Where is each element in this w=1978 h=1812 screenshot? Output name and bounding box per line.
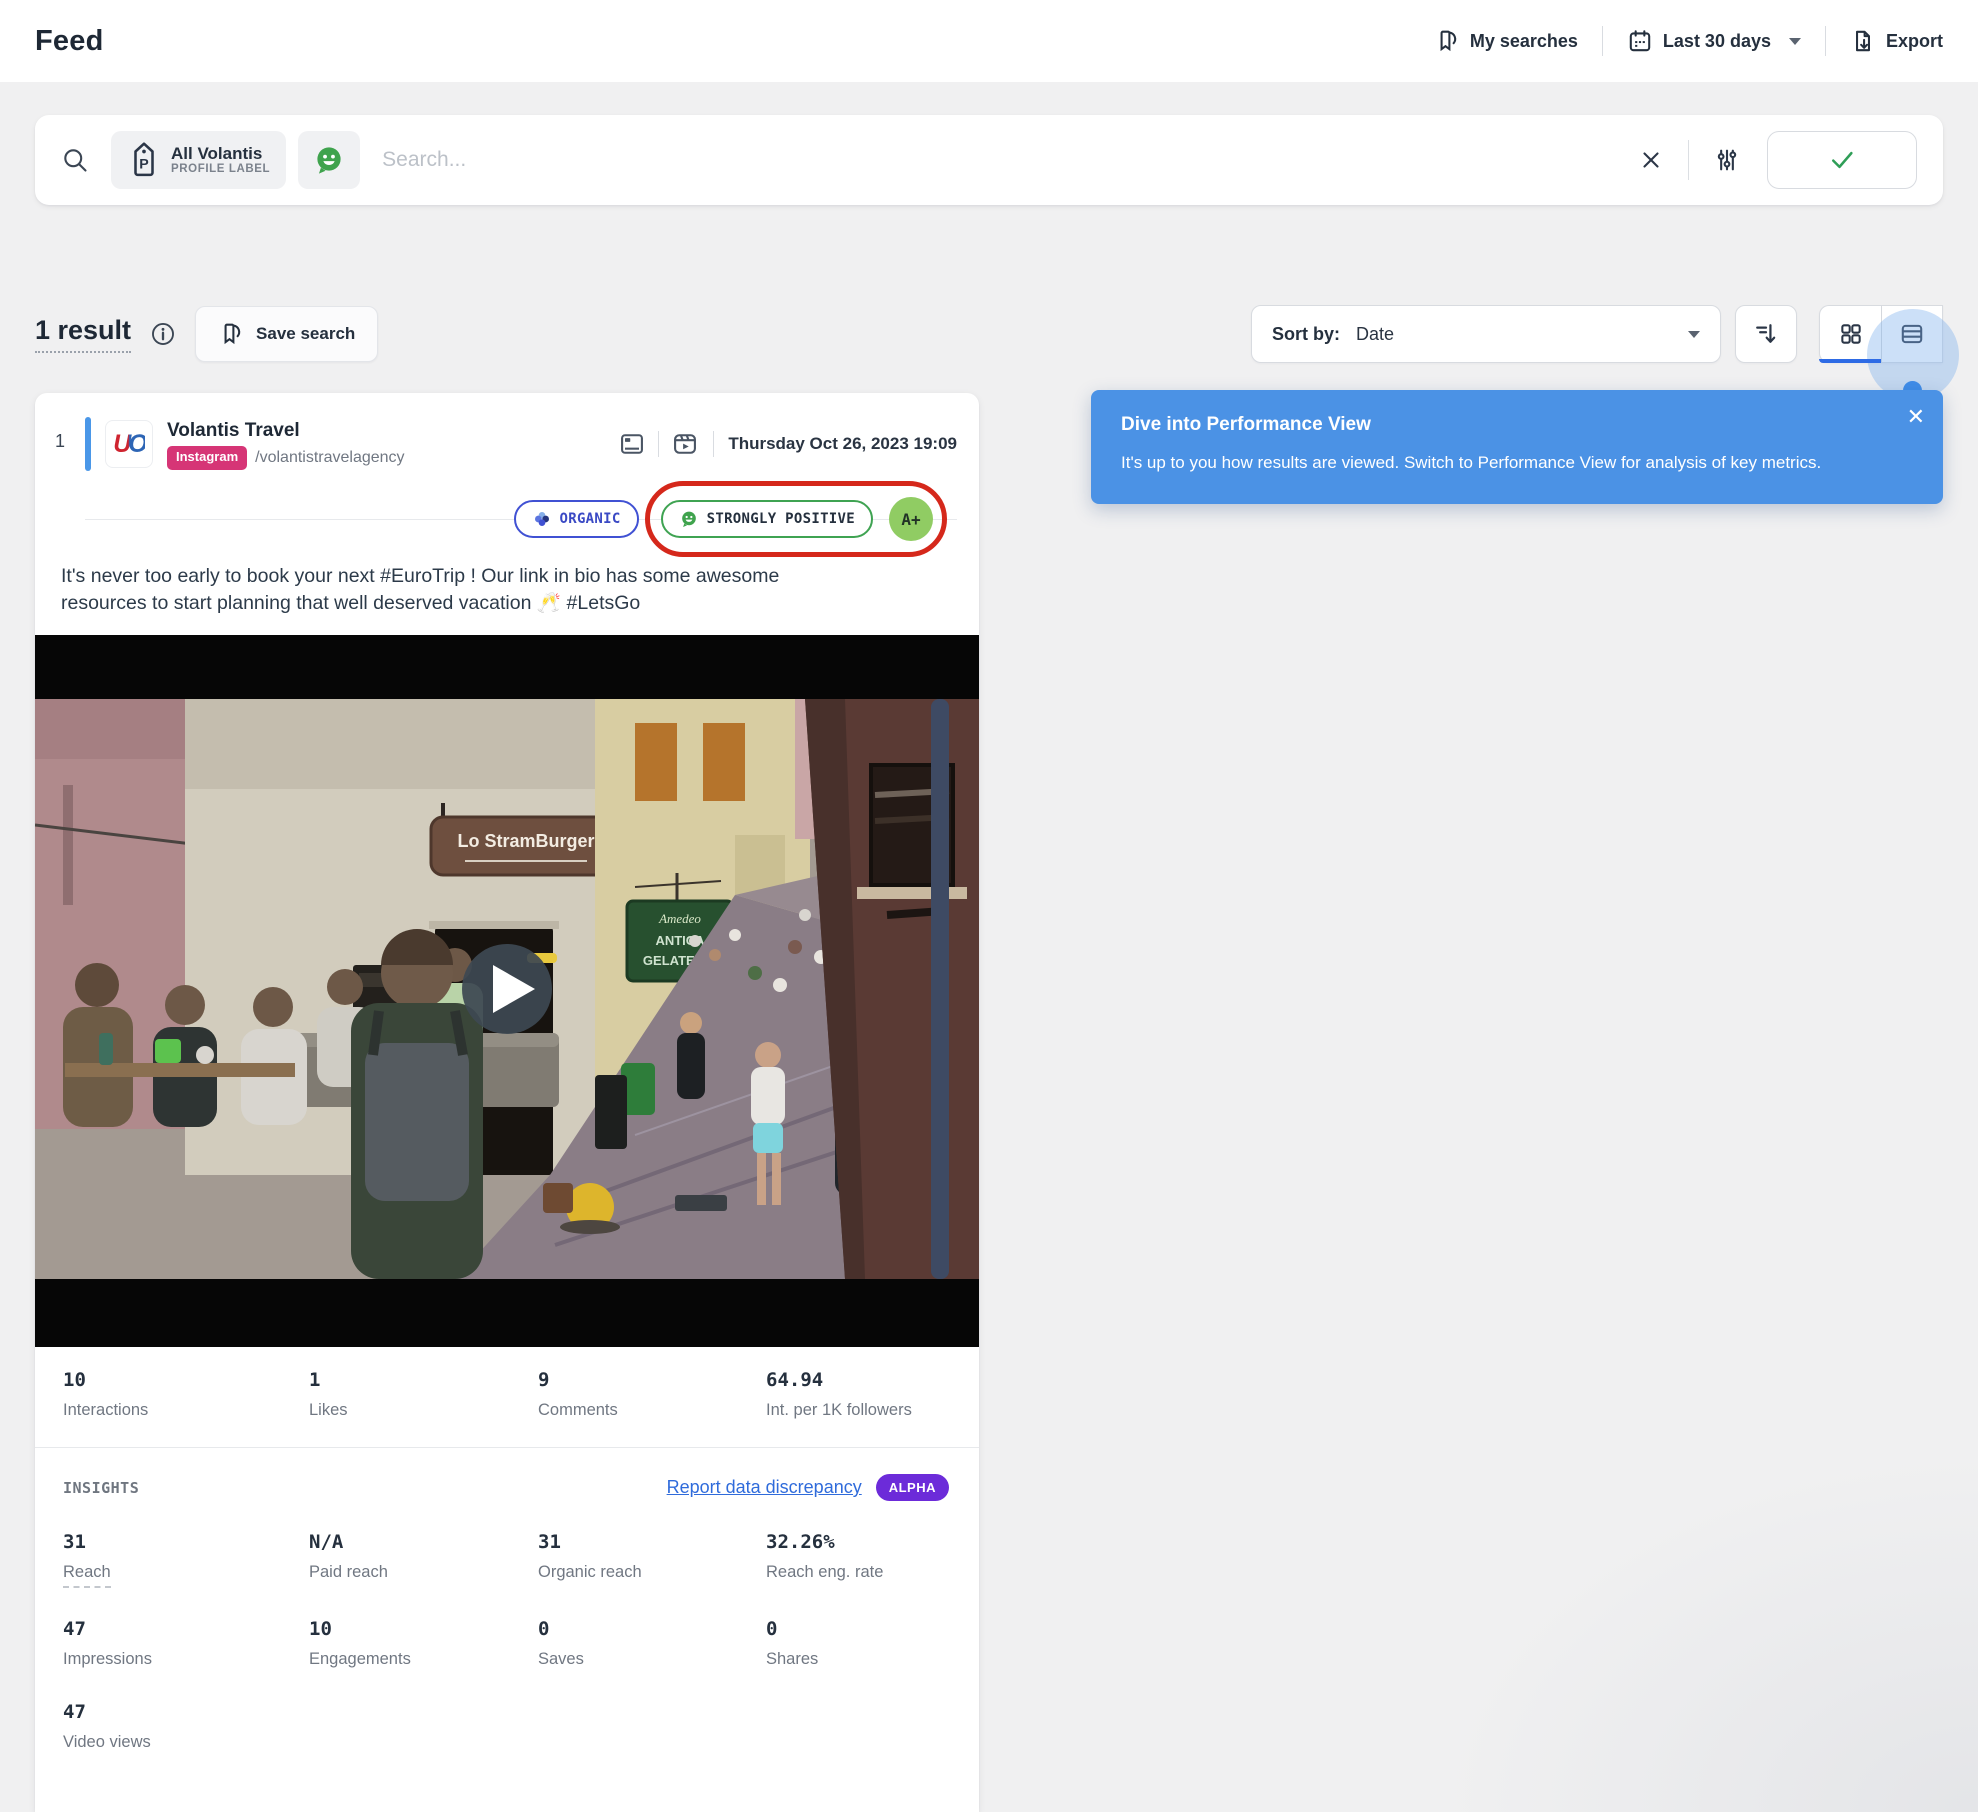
insights-title: INSIGHTS [63, 1479, 139, 1497]
report-discrepancy-link[interactable]: Report data discrepancy [667, 1477, 862, 1498]
search-bar: P All Volantis PROFILE LABEL [35, 115, 1943, 205]
metric-paid-reach: N/A Paid reach [309, 1531, 538, 1588]
top-header: Feed My searches Last 30 days [0, 0, 1978, 82]
header-divider [1602, 26, 1603, 56]
results-toolbar: 1 result Save search Sort by: Date [35, 305, 1943, 363]
sort-by-label: Sort by: [1272, 324, 1340, 345]
metric-organic-reach: 31 Organic reach [538, 1531, 766, 1588]
metric-shares: 0 Shares [766, 1618, 955, 1670]
metric-impressions: 47 Impressions [63, 1618, 309, 1670]
tooltip-title: Dive into Performance View [1121, 414, 1913, 436]
tooltip-body: It's up to you how results are viewed. S… [1121, 450, 1891, 476]
results-right: Sort by: Date [1251, 305, 1943, 363]
chevron-down-icon [1789, 38, 1801, 45]
insights-section: INSIGHTS Report data discrepancy ALPHA 3… [35, 1448, 979, 1753]
label-tag-icon: P [127, 140, 161, 180]
post-header: 1 UO Volantis Travel Instagram /volantis… [35, 393, 979, 547]
metric-int-per-1k: 64.94 Int. per 1K followers [766, 1369, 955, 1421]
icon-divider [713, 431, 714, 457]
tooltip-close-icon[interactable]: ✕ [1907, 406, 1925, 428]
play-icon[interactable] [462, 944, 552, 1034]
metric-engagements: 10 Engagements [309, 1618, 538, 1670]
metric-reach-eng-rate: 32.26% Reach eng. rate [766, 1531, 955, 1588]
performance-view-tooltip: ✕ Dive into Performance View It's up to … [1091, 390, 1943, 504]
post-index: 1 [35, 417, 85, 547]
carousel-post-icon [618, 430, 646, 458]
metric-interactions: 10 Interactions [63, 1369, 309, 1421]
reel-icon [671, 430, 699, 458]
profile-chip-subtitle: PROFILE LABEL [171, 163, 270, 176]
alpha-badge: ALPHA [876, 1474, 949, 1501]
date-range-button[interactable]: Last 30 days [1627, 28, 1801, 54]
network-badge: Instagram [167, 446, 247, 469]
view-toggle [1819, 305, 1943, 363]
info-icon[interactable] [149, 320, 177, 348]
avatar[interactable]: UO [105, 420, 153, 468]
icon-divider [658, 431, 659, 457]
feed-page: Feed My searches Last 30 days [0, 0, 1978, 1812]
video-scene: Lo StramBurger Amedeo ANTICA GELATERIA [35, 635, 979, 1347]
calendar-icon [1627, 28, 1653, 54]
bookmark-search-icon [1434, 28, 1460, 54]
sign-amedeo-text: Amedeo [658, 911, 701, 926]
profile-chip-title: All Volantis [171, 144, 270, 164]
metric-saves: 0 Saves [538, 1618, 766, 1670]
metric-video-views: 47 Video views [63, 1701, 309, 1753]
metric-likes: 1 Likes [309, 1369, 538, 1421]
table-view-button[interactable] [1881, 305, 1943, 363]
search-controls [1630, 131, 1917, 189]
sort-value: Date [1356, 324, 1680, 345]
post-text: It's never too early to book your next #… [35, 547, 815, 617]
sort-select[interactable]: Sort by: Date [1251, 305, 1721, 363]
header-divider [1825, 26, 1826, 56]
search-divider [1688, 140, 1689, 180]
filters-icon[interactable] [1705, 138, 1749, 182]
search-input[interactable] [382, 148, 1630, 172]
insights-row-2: 47 Impressions 10 Engagements 0 Saves 0 … [63, 1618, 955, 1670]
apply-search-button[interactable] [1767, 131, 1917, 189]
svg-text:P: P [139, 157, 148, 173]
badges-row: ORGANIC STRONGLY POSITIVE A+ [85, 491, 957, 547]
my-searches-button[interactable]: My searches [1434, 28, 1578, 54]
bookmark-search-icon [218, 321, 244, 347]
profile-label-chip[interactable]: P All Volantis PROFILE LABEL [111, 131, 286, 189]
results-left: 1 result Save search [35, 306, 378, 362]
page-title: Feed [35, 25, 104, 58]
clear-search-icon[interactable] [1630, 139, 1672, 181]
metric-reach: 31 Reach [63, 1531, 309, 1588]
author-name[interactable]: Volantis Travel [167, 420, 300, 441]
metric-comments: 9 Comments [538, 1369, 766, 1421]
post-datetime: Thursday Oct 26, 2023 19:09 [728, 434, 957, 454]
check-icon [1827, 145, 1857, 175]
post-accent-bar [85, 417, 91, 471]
positive-sentiment-icon [679, 509, 699, 529]
video-thumbnail[interactable]: Lo StramBurger Amedeo ANTICA GELATERIA [35, 635, 979, 1347]
export-button[interactable]: Export [1850, 28, 1943, 54]
organic-clover-icon [532, 509, 552, 529]
grid-view-button[interactable] [1819, 305, 1881, 363]
chevron-down-icon [1688, 331, 1700, 338]
search-icon [61, 146, 89, 174]
header-actions: My searches Last 30 days Export [1434, 26, 1943, 56]
post-metrics: 10 Interactions 1 Likes 9 Comments 64.94… [35, 1347, 979, 1447]
positive-sentiment-icon [312, 143, 346, 177]
insights-row-1: 31 Reach N/A Paid reach 31 Organic reach… [63, 1531, 955, 1588]
export-icon [1850, 28, 1876, 54]
save-search-button[interactable]: Save search [195, 306, 378, 362]
post-card: 1 UO Volantis Travel Instagram /volantis… [35, 393, 979, 1812]
organic-badge: ORGANIC [514, 500, 639, 538]
sentiment-badge: STRONGLY POSITIVE [661, 500, 873, 538]
results-count: 1 result [35, 315, 131, 353]
insights-row-3: 47 Video views [63, 1701, 955, 1753]
author-handle[interactable]: /volantistravelagency [255, 448, 404, 468]
grid-view-active-indicator [1819, 359, 1881, 363]
sign-burger-text: Lo StramBurger [457, 831, 594, 851]
sort-direction-button[interactable] [1735, 305, 1797, 363]
sentiment-filter-chip[interactable] [298, 131, 360, 189]
grade-badge: A+ [889, 497, 933, 541]
